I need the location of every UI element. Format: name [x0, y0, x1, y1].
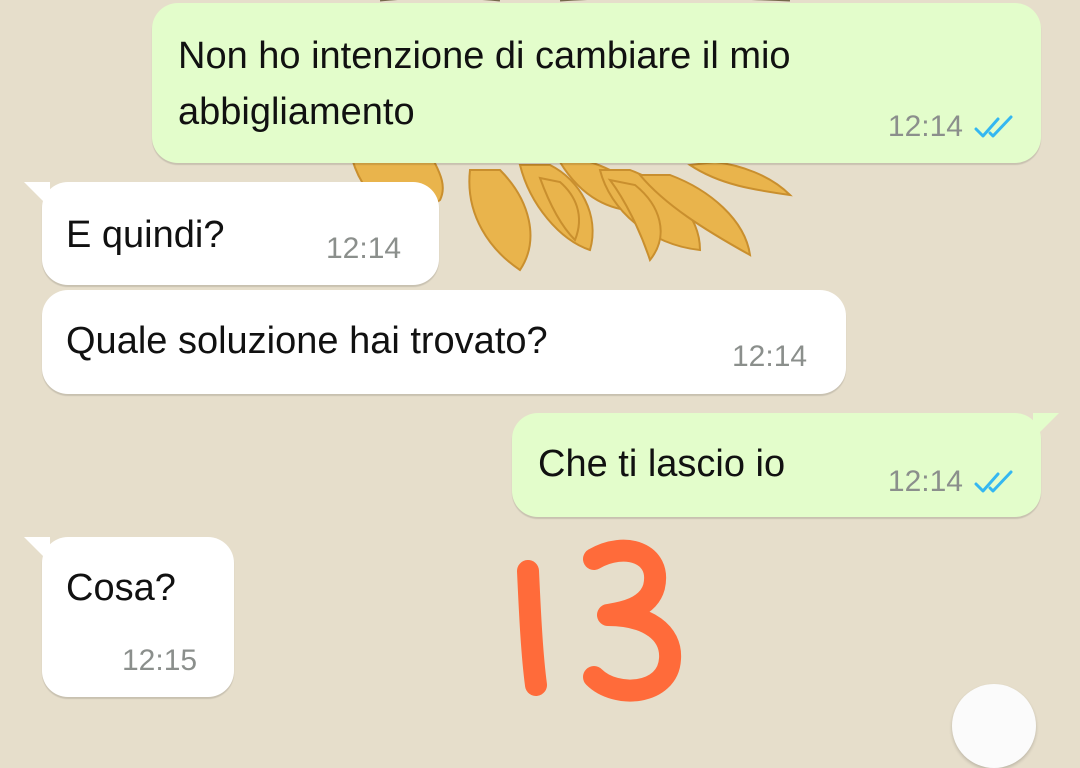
- message-meta: 12:15: [122, 644, 197, 678]
- message-time: 12:14: [732, 340, 808, 373]
- bubble-tail: [24, 182, 50, 208]
- message-bubble-outgoing[interactable]: Non ho intenzione di cambiare il mio abb…: [152, 3, 1041, 163]
- double-check-icon: [974, 115, 1013, 138]
- message-time: 12:14: [887, 465, 963, 498]
- scroll-down-button[interactable]: [952, 684, 1036, 768]
- message-time: 12:14: [326, 232, 402, 265]
- message-meta: 12:14: [732, 340, 807, 374]
- message-text: Che ti lascio io: [538, 443, 786, 485]
- message-bubble-incoming[interactable]: Quale soluzione hai trovato? 12:14: [42, 290, 846, 394]
- message-bubble-outgoing[interactable]: Che ti lascio io 12:14: [512, 413, 1059, 517]
- message-bubble-incoming[interactable]: Cosa? 12:15: [24, 537, 234, 697]
- message-time: 12:14: [887, 110, 963, 143]
- message-text: abbigliamento: [178, 91, 415, 133]
- handwritten-annotation: 13: [517, 539, 682, 702]
- message-meta: 12:14: [326, 232, 401, 266]
- double-check-icon: [974, 470, 1013, 493]
- message-text: Cosa?: [66, 567, 176, 609]
- message-bubble-incoming[interactable]: E quindi? 12:14: [24, 182, 439, 285]
- message-meta: 12:14: [888, 110, 1017, 144]
- bubble-tail: [1033, 413, 1059, 439]
- message-time: 12:15: [122, 644, 198, 677]
- bubble-tail: [24, 537, 50, 563]
- message-text: E quindi?: [66, 214, 225, 256]
- message-meta: 12:14: [888, 465, 1017, 499]
- message-text: Quale soluzione hai trovato?: [66, 320, 548, 362]
- message-text: Non ho intenzione di cambiare il mio: [178, 35, 791, 77]
